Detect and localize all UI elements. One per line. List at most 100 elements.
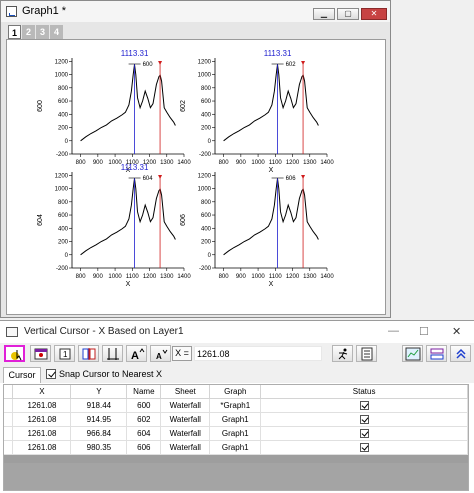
cell-y[interactable]: 980.35 — [70, 440, 128, 455]
new-sheet-button[interactable] — [30, 345, 51, 362]
status-checkbox[interactable] — [359, 414, 369, 424]
plot-panel[interactable]: 800 900 1000 1100 1200 1300 1400-2000200400600… — [37, 163, 191, 288]
cell-x[interactable]: 1261.08 — [12, 440, 72, 455]
y-tick-label: 400 — [58, 226, 69, 232]
table-row[interactable]: 1261.08 980.35 606 Waterfall Graph1 — [4, 440, 468, 455]
column-header-status[interactable]: Status — [260, 385, 468, 399]
y-tick-label: 1200 — [198, 173, 212, 179]
x-tick-label: 800 — [76, 160, 87, 166]
cell-sheet[interactable]: Waterfall — [160, 398, 211, 413]
y-tick-label: 400 — [201, 226, 212, 232]
row-header[interactable] — [4, 398, 14, 413]
column-header-y[interactable]: Y — [70, 385, 128, 399]
x-axis-label: X — [126, 281, 131, 288]
cell-sheet[interactable]: Waterfall — [160, 412, 211, 427]
run-button[interactable] — [332, 345, 353, 362]
plot-panel[interactable]: 800 900 1000 1100 1200 1300 1400-2000200400600… — [180, 172, 334, 288]
status-checkbox[interactable] — [359, 400, 369, 410]
cell-status[interactable] — [260, 440, 468, 455]
graph-window-titlebar[interactable]: Graph1 * ▁ ▢ ✕ — [1, 1, 390, 22]
row-header[interactable] — [4, 440, 14, 455]
y-tick-label: 200 — [201, 240, 212, 246]
maximize-button[interactable]: ▢ — [337, 8, 359, 20]
status-checkbox[interactable] — [359, 442, 369, 452]
layer-tab-3[interactable]: 3 — [36, 25, 49, 39]
table-row[interactable]: 1261.08 914.95 602 Waterfall Graph1 — [4, 412, 468, 427]
graph-window[interactable]: Graph1 * ▁ ▢ ✕ 1 2 3 4 800 900 1000 1100 120… — [0, 0, 391, 318]
decrease-font-button[interactable]: A — [150, 345, 171, 362]
table-row[interactable]: 1261.08 966.84 604 Waterfall Graph1 — [4, 426, 468, 441]
cell-status[interactable] — [260, 398, 468, 413]
cell-x[interactable]: 1261.08 — [12, 412, 72, 427]
cell-name[interactable]: 604 — [126, 426, 162, 441]
cell-status[interactable] — [260, 426, 468, 441]
cell-x[interactable]: 1261.08 — [12, 426, 72, 441]
double-chevron-up-icon — [456, 348, 466, 359]
cell-graph[interactable]: Graph1 — [209, 440, 262, 455]
column-header-graph[interactable]: Graph — [209, 385, 262, 399]
column-header-name[interactable]: Name — [126, 385, 162, 399]
layer-one-button[interactable]: 1 — [54, 345, 75, 362]
tab-cursor[interactable]: Cursor — [3, 367, 41, 383]
x-tick-label: 900 — [236, 274, 247, 280]
graph-page[interactable]: 800 900 1000 1100 1200 1300 1400 -200 0 200 400 600… — [6, 39, 386, 315]
cell-y[interactable]: 914.95 — [70, 412, 128, 427]
y-tick-label: 1200 — [55, 59, 69, 65]
cursor-readout-label: 1113.31 — [121, 163, 149, 172]
spectrum-line — [80, 178, 176, 256]
status-checkbox[interactable] — [359, 428, 369, 438]
cell-name[interactable]: 600 — [126, 398, 162, 413]
cell-sheet[interactable]: Waterfall — [160, 440, 211, 455]
x-axis-label: X — [269, 281, 274, 288]
cursor-close-button[interactable]: ✕ — [452, 325, 461, 338]
layout-button[interactable] — [426, 345, 447, 362]
cursor-window-titlebar[interactable]: Vertical Cursor - X Based on Layer1 — ☐ … — [0, 321, 474, 343]
table-row[interactable]: 1261.08 918.44 600 Waterfall *Graph1 — [4, 398, 468, 413]
y-axis-label: 606 — [180, 214, 187, 226]
y-tick-label: 1000 — [198, 187, 212, 193]
report-button[interactable] — [356, 345, 377, 362]
minimize-button[interactable]: ▁ — [313, 8, 335, 20]
cursor-data-grid[interactable]: X Y Name Sheet Graph Status 1261.08 918.… — [3, 384, 469, 491]
cell-status[interactable] — [260, 412, 468, 427]
cell-x[interactable]: 1261.08 — [12, 398, 72, 413]
cursor-pair-button[interactable] — [102, 345, 123, 362]
column-header-sheet[interactable]: Sheet — [160, 385, 211, 399]
cursor-tool-button[interactable] — [4, 345, 25, 362]
plot-panel[interactable]: 800 900 1000 1100 1200 1300 1400-2000200400600… — [180, 49, 334, 174]
layer-tab-4[interactable]: 4 — [50, 25, 63, 39]
layer-tab-1[interactable]: 1 — [8, 25, 21, 39]
cell-sheet[interactable]: Waterfall — [160, 426, 211, 441]
cell-graph[interactable]: *Graph1 — [209, 398, 262, 413]
column-header-x[interactable]: X — [12, 385, 72, 399]
close-button[interactable]: ✕ — [361, 8, 387, 20]
graph-canvas[interactable]: 800 900 1000 1100 1200 1300 1400-2000200400600… — [7, 40, 385, 314]
cell-graph[interactable]: Graph1 — [209, 426, 262, 441]
grid-empty-area — [4, 463, 468, 490]
vertical-cursor-window[interactable]: Vertical Cursor - X Based on Layer1 — ☐ … — [0, 320, 474, 493]
cell-graph[interactable]: Graph1 — [209, 412, 262, 427]
y-tick-label: 0 — [208, 139, 212, 145]
x-tick-label: 800 — [219, 274, 230, 280]
x-tick-label: 1300 — [303, 274, 317, 280]
y-tick-label: -200 — [199, 266, 212, 272]
y-tick-label: 1000 — [55, 187, 69, 193]
collapse-button[interactable] — [450, 345, 471, 362]
cursor-x-input[interactable] — [194, 346, 322, 361]
cell-y[interactable]: 918.44 — [70, 398, 128, 413]
increase-font-button[interactable]: A — [126, 345, 147, 362]
cell-y[interactable]: 966.84 — [70, 426, 128, 441]
font-increase-icon: A — [131, 348, 145, 361]
cursor-maximize-button[interactable]: ☐ — [419, 325, 429, 338]
snap-checkbox[interactable] — [46, 369, 56, 379]
all-layers-button[interactable] — [78, 345, 99, 362]
row-header[interactable] — [4, 412, 14, 427]
row-header[interactable] — [4, 426, 14, 441]
cell-name[interactable]: 606 — [126, 440, 162, 455]
cell-name[interactable]: 602 — [126, 412, 162, 427]
layer-tab-2[interactable]: 2 — [22, 25, 35, 39]
plot-panel[interactable]: 800 900 1000 1100 1200 1300 1400-2000200400600… — [37, 49, 191, 174]
graph-preview-button[interactable] — [402, 345, 423, 362]
red-cursor-handle — [158, 175, 163, 179]
cursor-minimize-button[interactable]: — — [388, 325, 399, 337]
